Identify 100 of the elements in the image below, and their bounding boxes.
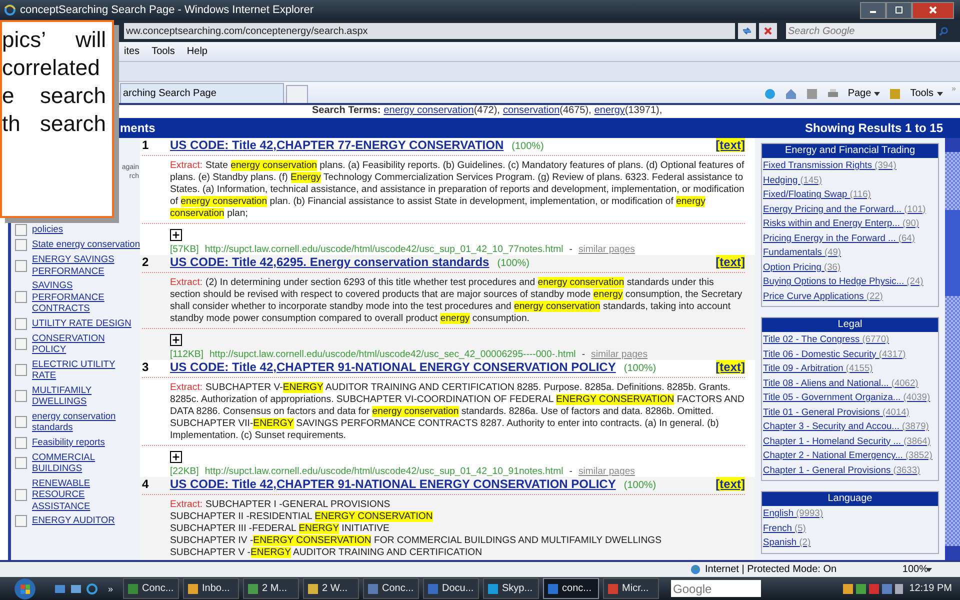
- expand-icon[interactable]: [170, 451, 182, 463]
- menu-item[interactable]: Help: [186, 46, 208, 57]
- facet-link[interactable]: Title 06 - Domestic Security (4317): [762, 346, 906, 361]
- topic-link[interactable]: SAVINGS PERFORMANCE CONTRACTS: [32, 280, 140, 314]
- topic-link[interactable]: ENERGY AUDITOR: [32, 515, 115, 527]
- facet-link[interactable]: Title 08 - Aliens and National... (4062): [762, 376, 918, 390]
- result-title-link[interactable]: US CODE: Title 42,CHAPTER 91-NATIONAL ENERGY CONSERVATION POLICY: [170, 360, 616, 374]
- text-link[interactable]: [text]: [716, 360, 745, 374]
- caret-icon[interactable]: [926, 568, 932, 572]
- maximize-button[interactable]: [886, 2, 912, 18]
- topic-link[interactable]: MULTIFAMILY DWELLINGS: [32, 384, 140, 408]
- facet-link[interactable]: Risks within and Energy Enterp... (90): [762, 216, 920, 230]
- facet-link[interactable]: Fixed/Floating Swap (116): [762, 187, 871, 202]
- facet-link[interactable]: Chapter 3 - Security and Accou... (3879): [762, 419, 929, 434]
- checkbox[interactable]: [15, 390, 27, 402]
- refresh-icon[interactable]: [738, 23, 756, 39]
- checkbox[interactable]: [15, 515, 27, 527]
- browser-icon[interactable]: [86, 582, 98, 594]
- search-term-link[interactable]: energy conservation: [384, 105, 474, 116]
- topic-link[interactable]: ENERGY SAVINGS PERFORMANCE: [32, 254, 140, 277]
- facet-link[interactable]: Hedging (145): [762, 172, 822, 187]
- facet-link[interactable]: Buying Options to Hedge Physic... (24): [762, 274, 924, 288]
- result-title-link[interactable]: US CODE: Title 42,CHAPTER 91-NATIONAL ENERGY CONSERVATION POLICY: [170, 477, 616, 491]
- facet-link[interactable]: Fixed Transmission Rights (394): [762, 158, 896, 172]
- checkbox[interactable]: [15, 291, 27, 304]
- caret-icon[interactable]: [874, 92, 880, 96]
- topic-link[interactable]: policies: [32, 224, 64, 236]
- facet-link[interactable]: Chapter 2 - National Emergency... (3852): [762, 448, 932, 462]
- result-url[interactable]: http://supct.law.cornell.edu/uscode/html/uscode42/usc_sup_01_42_10_77notes.html: [204, 244, 564, 255]
- page-menu[interactable]: Page: [848, 88, 872, 99]
- checkbox[interactable]: [15, 436, 27, 448]
- checkbox[interactable]: [15, 364, 27, 376]
- taskbar-button[interactable]: conc...: [543, 578, 600, 599]
- expand-icon[interactable]: [170, 334, 182, 346]
- facet-link[interactable]: Title 01 - General Provisions (4014): [762, 404, 910, 419]
- taskbar-button[interactable]: Inbo...: [183, 578, 240, 599]
- result-title-link[interactable]: US CODE: Title 42,CHAPTER 77-ENERGY CONSERVATION: [170, 138, 504, 152]
- taskbar-button[interactable]: Micr...: [603, 578, 660, 599]
- topic-link[interactable]: COMMERCIAL BUILDINGS: [32, 452, 140, 474]
- facet-link[interactable]: Price Curve Applications (22): [762, 288, 883, 303]
- facet-link[interactable]: English (9993): [762, 506, 823, 520]
- window-switch-icon[interactable]: [70, 582, 82, 594]
- topic-link[interactable]: CONSERVATION POLICY: [32, 332, 140, 356]
- menu-item[interactable]: Tools: [152, 46, 175, 57]
- facet-link[interactable]: Pricing Energy in the Forward ... (64): [762, 230, 915, 245]
- taskbar-button[interactable]: 2 M...: [243, 578, 300, 599]
- topic-link[interactable]: RENEWABLE RESOURCE ASSISTANCE: [32, 478, 140, 512]
- search-term-link[interactable]: conservation: [502, 105, 560, 116]
- minimize-button[interactable]: [860, 2, 886, 18]
- topic-link[interactable]: Feasibility reports: [32, 436, 105, 448]
- facet-link[interactable]: Spanish (2): [762, 535, 811, 550]
- topic-link[interactable]: State energy conservation: [32, 239, 140, 251]
- tools-menu[interactable]: Tools: [910, 88, 934, 99]
- topic-link[interactable]: UTILITY RATE DESIGN: [32, 318, 132, 330]
- taskbar-button[interactable]: Docu...: [423, 578, 480, 599]
- facet-link[interactable]: Title 02 - The Congress (6770): [762, 332, 890, 346]
- scrollbar[interactable]: [945, 138, 960, 560]
- similar-pages-link[interactable]: similar pages: [578, 244, 635, 255]
- facet-link[interactable]: Title 05 - Government Organiza... (4039): [762, 390, 930, 404]
- browser-tab[interactable]: arching Search Page: [120, 83, 284, 103]
- taskbar-button[interactable]: 2 W...: [303, 578, 360, 599]
- taskbar-button[interactable]: Skyp...: [483, 578, 540, 599]
- facet-link[interactable]: Option Pricing (36): [762, 260, 841, 274]
- caret-icon[interactable]: [936, 92, 943, 96]
- print-icon[interactable]: [826, 88, 839, 100]
- expand-icon[interactable]: [170, 229, 182, 241]
- chat-icon[interactable]: [764, 88, 776, 100]
- facet-link[interactable]: French (5): [762, 520, 806, 535]
- start-button[interactable]: [14, 578, 36, 600]
- text-link[interactable]: [text]: [716, 138, 745, 152]
- topic-link[interactable]: ELECTRIC UTILITY RATE: [32, 358, 140, 382]
- search-term-link[interactable]: energy: [594, 105, 625, 116]
- checkbox[interactable]: [15, 239, 27, 251]
- search-field[interactable]: Search Google: [786, 23, 936, 39]
- address-field[interactable]: ww.conceptsearching.com/conceptenergy/search.aspx: [124, 23, 735, 39]
- text-link[interactable]: [text]: [716, 255, 745, 269]
- chevron[interactable]: »: [108, 584, 114, 594]
- new-tab-button[interactable]: [286, 85, 308, 103]
- desktop-icon[interactable]: [54, 582, 66, 594]
- facet-link[interactable]: Fundamentals (49): [762, 245, 842, 260]
- checkbox[interactable]: [15, 318, 27, 330]
- checkbox[interactable]: [15, 416, 27, 428]
- facet-link[interactable]: Chapter 1 - General Provisions (3633): [762, 462, 920, 477]
- zoom-control[interactable]: 100%: [902, 564, 928, 575]
- checkbox[interactable]: [15, 224, 27, 236]
- taskbar-button[interactable]: Conc...: [363, 578, 420, 599]
- text-link[interactable]: [text]: [716, 477, 745, 491]
- facet-link[interactable]: Energy Pricing and the Forward... (101): [762, 202, 926, 216]
- close-button[interactable]: [912, 2, 954, 18]
- tray-icons-drawing[interactable]: [843, 582, 904, 594]
- taskbar-button[interactable]: Conc...: [123, 578, 180, 599]
- checkbox[interactable]: [15, 457, 27, 469]
- menu-item[interactable]: ites: [124, 46, 140, 57]
- checkbox[interactable]: [15, 488, 27, 501]
- stop-icon[interactable]: [759, 23, 777, 39]
- checkbox[interactable]: [15, 338, 27, 350]
- similar-pages-link[interactable]: similar pages: [578, 466, 635, 477]
- result-title-link[interactable]: US CODE: Title 42,6295. Energy conservation standards: [170, 255, 490, 269]
- result-url[interactable]: http://supct.law.cornell.edu/uscode/html/uscode42/usc_sup_01_42_10_91notes.html: [204, 466, 564, 477]
- facet-link[interactable]: Title 09 - Arbitration (4155): [762, 361, 873, 376]
